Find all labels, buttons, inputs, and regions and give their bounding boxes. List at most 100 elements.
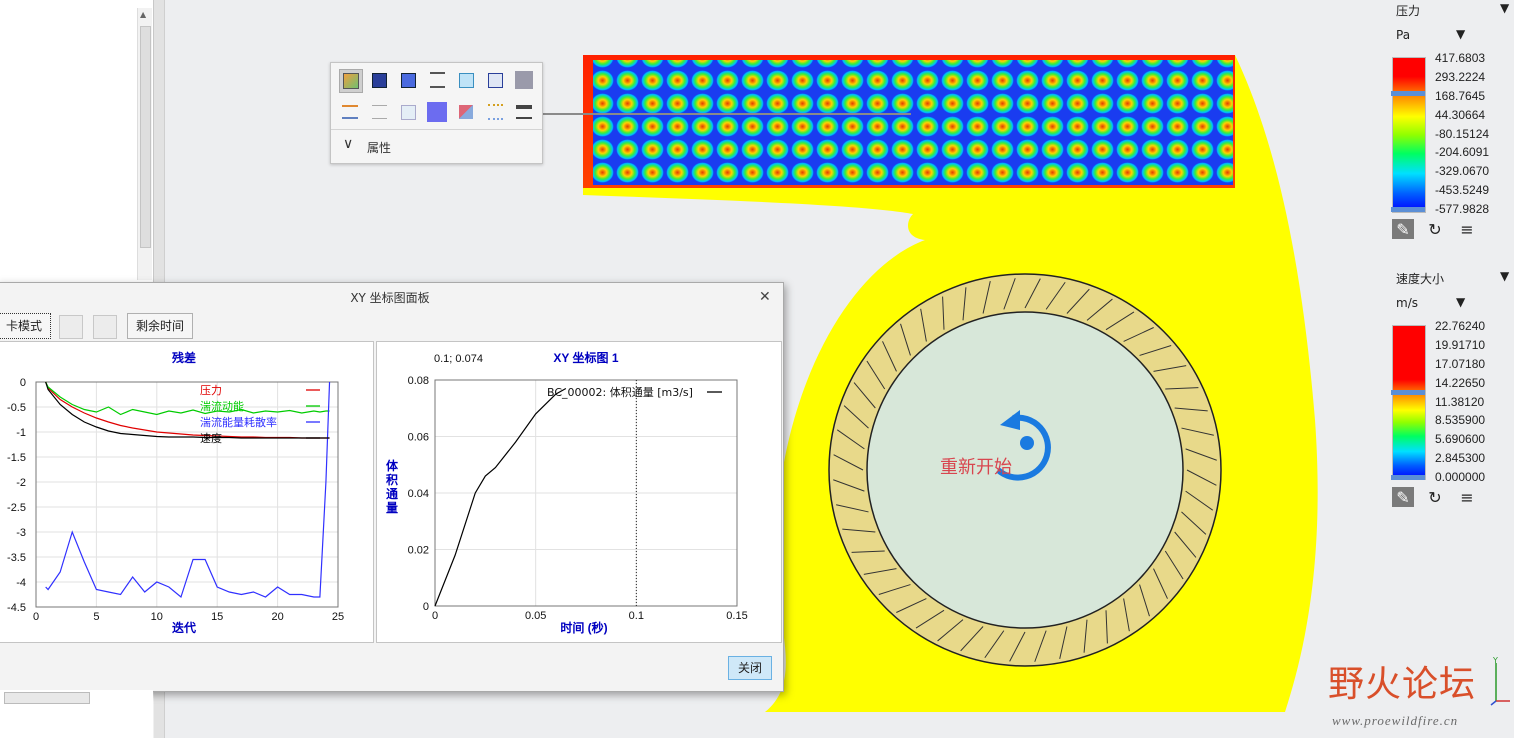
pressure-color-bar xyxy=(1392,57,1426,213)
probe-leader-line xyxy=(541,113,911,115)
watermark-url: www.proewildfire.cn xyxy=(1332,713,1459,728)
chart-title: 残差 xyxy=(172,350,196,365)
x-tick-label: 0.05 xyxy=(525,610,546,622)
y-tick-label: 0 xyxy=(423,601,429,613)
mode-button[interactable]: 卡模式 xyxy=(0,313,52,339)
y-tick-label: -0.5 xyxy=(7,402,26,414)
legend-value: 168.7645 xyxy=(1435,89,1486,103)
legend-upper-handle[interactable] xyxy=(1391,91,1425,96)
x-tick-label: 10 xyxy=(151,611,163,623)
legend-value: -204.6091 xyxy=(1435,145,1490,159)
refresh-icon[interactable]: ↻ xyxy=(1424,487,1446,507)
x-tick-label: 25 xyxy=(332,611,344,623)
y-tick-label: -4 xyxy=(16,577,26,589)
close-button[interactable]: 关闭 xyxy=(728,656,772,680)
checker-icon[interactable] xyxy=(455,101,477,123)
solid-cube-icon[interactable] xyxy=(368,69,390,91)
ghost-cube-icon[interactable] xyxy=(397,101,419,123)
dropdown-arrow-icon[interactable]: ▼ xyxy=(1500,1,1509,15)
x-tick-label: 0 xyxy=(33,611,39,623)
transparent-cube-icon[interactable] xyxy=(455,69,477,91)
chevron-down-icon: ∨ xyxy=(343,136,354,152)
pin-icon[interactable]: ✎ xyxy=(1392,219,1414,239)
settings-cube-icon[interactable] xyxy=(484,69,506,91)
legend-value: -329.0670 xyxy=(1435,164,1490,178)
legend-lower-handle[interactable] xyxy=(1391,207,1425,212)
axis-triad-icon: Y xyxy=(1490,656,1510,706)
dropdown-arrow-icon[interactable]: ▼ xyxy=(1500,269,1509,283)
x-tick-label: 0 xyxy=(432,610,438,622)
legend-lower-handle[interactable] xyxy=(1391,475,1425,480)
shaded-cube-icon[interactable] xyxy=(339,69,363,93)
xy-plot-dialog: XY 坐标图面板 ✕ 卡模式 剩余时间 残差 迭代 0 5 10 15 20 25 0 -0.5 -… xyxy=(0,282,784,692)
unit-dropdown-icon[interactable]: ▼ xyxy=(1456,295,1465,309)
impeller-hub xyxy=(866,311,1184,629)
save-icon[interactable] xyxy=(93,315,117,339)
legend-value: 14.22650 xyxy=(1435,376,1486,390)
edges-cube-icon[interactable] xyxy=(397,69,419,91)
dotted-list-icon[interactable] xyxy=(484,101,506,123)
x-tick-label: 5 xyxy=(93,611,99,623)
legend-value: 11.38120 xyxy=(1435,395,1485,409)
mini-toolbar: ∨ 属性 xyxy=(330,62,543,164)
y-tick-label: -3.5 xyxy=(7,552,26,564)
legend-value: 0.000000 xyxy=(1435,470,1486,484)
list-icon[interactable] xyxy=(426,69,448,91)
y-axis-label-char: 体 xyxy=(386,458,399,473)
pressure-legend: 压力 ▼ Pa ▼ 417.6803 293.2224 168.7645 44.… xyxy=(1386,0,1514,250)
scroll-thumb[interactable] xyxy=(140,26,151,248)
dialog-title: XY 坐标图面板 xyxy=(350,291,430,305)
watermark-logo: 野火论坛 xyxy=(1328,664,1477,705)
list-outline-icon[interactable] xyxy=(368,101,390,123)
copy-icon[interactable] xyxy=(59,315,83,339)
flow-arrows-icon[interactable] xyxy=(339,101,361,123)
properties-expander[interactable]: ∨ 属性 xyxy=(331,129,542,164)
y-tick-label: 0.04 xyxy=(408,488,429,500)
y-tick-label: 0 xyxy=(20,377,26,389)
close-icon[interactable]: ✕ xyxy=(759,289,771,305)
menu-icon[interactable]: ≡ xyxy=(1456,487,1478,507)
x-tick-label: 20 xyxy=(271,611,283,623)
plot-frame xyxy=(35,381,339,608)
y-axis-label-char: 通 xyxy=(386,486,398,501)
legend-entry: BC_00002: 体积通量 [m3/s] xyxy=(547,385,693,399)
legend-entry: 速度 xyxy=(200,431,222,445)
legend-title: 压力 xyxy=(1396,4,1421,18)
y-tick-label: -4.5 xyxy=(7,602,26,614)
horizontal-scrollbar[interactable] xyxy=(4,692,90,704)
xy-chart-panel: XY 坐标图 1 0.1; 0.074 时间 (秒) 体积通量 0 0.05 0.1 0.15… xyxy=(376,341,782,643)
y-tick-label: 0.08 xyxy=(408,375,429,387)
pin-icon[interactable]: ✎ xyxy=(1392,487,1414,507)
menu-icon[interactable] xyxy=(513,101,535,123)
legend-value: 2.845300 xyxy=(1435,451,1486,465)
remaining-time-button[interactable]: 剩余时间 xyxy=(127,313,194,339)
menu-icon[interactable]: ≡ xyxy=(1456,219,1478,239)
svg-text:Y: Y xyxy=(1492,656,1498,665)
y-tick-label: 0.02 xyxy=(408,545,429,557)
series-line xyxy=(45,381,330,416)
xy-chart: XY 坐标图 1 0.1; 0.074 时间 (秒) 体积通量 0 0.05 0.1 0.15… xyxy=(386,350,748,635)
tree-scrollbar[interactable]: ▲ xyxy=(137,8,152,280)
y-axis-label-char: 量 xyxy=(386,501,398,515)
x-axis-label: 时间 (秒) xyxy=(560,620,607,635)
unit-dropdown-icon[interactable]: ▼ xyxy=(1456,27,1465,41)
y-axis-label-char: 积 xyxy=(386,472,398,487)
bottom-left-panel xyxy=(0,690,153,738)
y-tick-label: -1.5 xyxy=(7,452,26,464)
legend-entry: 湍流动能 xyxy=(200,399,244,413)
legend-unit[interactable]: m/s xyxy=(1396,296,1418,310)
legend-entry: 湍流能量耗散率 xyxy=(200,415,277,429)
scroll-up-icon[interactable]: ▲ xyxy=(140,10,146,19)
color-swatch-icon[interactable] xyxy=(513,69,535,91)
blue-square-icon[interactable] xyxy=(426,101,448,123)
y-tick-label: 0.06 xyxy=(408,432,429,444)
legend-value: 22.76240 xyxy=(1435,319,1486,333)
legend-entry: 压力 xyxy=(200,384,222,397)
legend-upper-handle[interactable] xyxy=(1391,390,1425,395)
refresh-icon[interactable]: ↻ xyxy=(1424,219,1446,239)
legend-value: -577.9828 xyxy=(1435,202,1490,216)
legend-unit[interactable]: Pa xyxy=(1396,28,1410,42)
velocity-legend: 速度大小 ▼ m/s ▼ 22.76240 19.91710 17.07180 … xyxy=(1386,266,1514,516)
residual-chart-panel: 残差 迭代 0 5 10 15 20 25 0 -0.5 -1 -1.5 -2 -2.5 -3 -3.5 -4 -… xyxy=(0,341,374,643)
legend-title: 速度大小 xyxy=(1396,272,1445,286)
